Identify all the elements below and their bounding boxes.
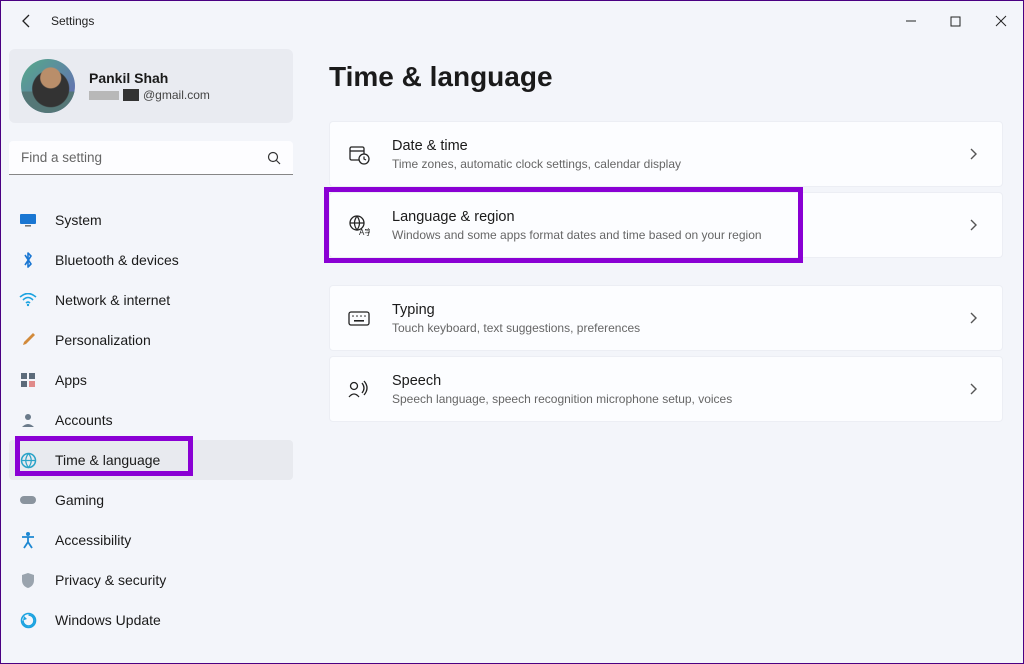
card-desc: Touch keyboard, text suggestions, prefer… [392,321,640,335]
sidebar-item-accounts[interactable]: Accounts [9,400,293,440]
sidebar-item-windows-update[interactable]: Windows Update [9,600,293,640]
chevron-right-icon [968,382,982,396]
sidebar-item-personalization[interactable]: Personalization [9,320,293,360]
sidebar-item-label: Personalization [55,332,151,348]
chevron-right-icon [968,311,982,325]
sidebar-item-gaming[interactable]: Gaming [9,480,293,520]
sidebar-item-label: Bluetooth & devices [55,252,179,268]
sidebar-item-label: Accessibility [55,532,131,548]
keyboard-icon [348,307,370,329]
chevron-right-icon [968,218,982,232]
card-speech[interactable]: Speech Speech language, speech recogniti… [329,356,1003,422]
profile-email: @gmail.com [89,88,210,102]
settings-cards: Date & time Time zones, automatic clock … [329,121,1003,427]
card-language-region[interactable]: A字 Language & region Windows and some ap… [329,192,1003,258]
sidebar-item-time-language[interactable]: Time & language [9,440,293,480]
card-title: Language & region [392,208,762,227]
sidebar-item-label: Windows Update [55,612,161,628]
accounts-icon [19,411,37,429]
speech-icon [348,378,370,400]
redacted-block [123,89,139,101]
gaming-icon [19,491,37,509]
close-button[interactable] [978,5,1023,37]
content-area: Time & language Date & time Time zones, … [301,41,1023,663]
search-wrap [9,141,293,175]
accessibility-icon [19,531,37,549]
profile-name: Pankil Shah [89,70,210,86]
system-icon [19,211,37,229]
card-title: Date & time [392,137,681,156]
titlebar: Settings [1,1,1023,41]
sidebar-item-label: System [55,212,102,228]
sidebar-item-label: Privacy & security [55,572,166,588]
app-title: Settings [51,14,94,28]
card-desc: Time zones, automatic clock settings, ca… [392,157,681,171]
card-date-time[interactable]: Date & time Time zones, automatic clock … [329,121,1003,187]
calendar-clock-icon [348,143,370,165]
sidebar-item-label: Accounts [55,412,113,428]
sidebar-item-apps[interactable]: Apps [9,360,293,400]
minimize-button[interactable] [888,5,933,37]
sidebar-item-label: Time & language [55,452,160,468]
card-title: Speech [392,372,732,391]
maximize-button[interactable] [933,5,978,37]
window-controls [888,5,1023,37]
page-title: Time & language [329,61,1003,93]
chevron-right-icon [968,147,982,161]
globe-translate-icon: A字 [348,214,370,236]
sidebar-item-accessibility[interactable]: Accessibility [9,520,293,560]
sidebar-item-network[interactable]: Network & internet [9,280,293,320]
sidebar-item-label: Apps [55,372,87,388]
shield-icon [19,571,37,589]
clock-globe-icon [19,451,37,469]
sidebar-item-bluetooth[interactable]: Bluetooth & devices [9,240,293,280]
bluetooth-icon [19,251,37,269]
sidebar-item-label: Gaming [55,492,104,508]
svg-text:A字: A字 [359,227,370,236]
profile-card[interactable]: Pankil Shah @gmail.com [9,49,293,123]
nav-list: System Bluetooth & devices Network & int… [9,200,293,640]
card-desc: Speech language, speech recognition micr… [392,392,732,406]
card-typing[interactable]: Typing Touch keyboard, text suggestions,… [329,285,1003,351]
update-icon [19,611,37,629]
wifi-icon [19,291,37,309]
redacted-block [89,91,119,100]
apps-icon [19,371,37,389]
search-input[interactable] [9,141,293,175]
back-button[interactable] [13,7,41,35]
card-title: Typing [392,301,640,320]
sidebar-item-system[interactable]: System [9,200,293,240]
search-icon [267,151,281,165]
avatar [21,59,75,113]
brush-icon [19,331,37,349]
sidebar-item-privacy[interactable]: Privacy & security [9,560,293,600]
card-desc: Windows and some apps format dates and t… [392,228,762,242]
sidebar: Pankil Shah @gmail.com System Bluetooth … [1,41,301,663]
sidebar-item-label: Network & internet [55,292,170,308]
